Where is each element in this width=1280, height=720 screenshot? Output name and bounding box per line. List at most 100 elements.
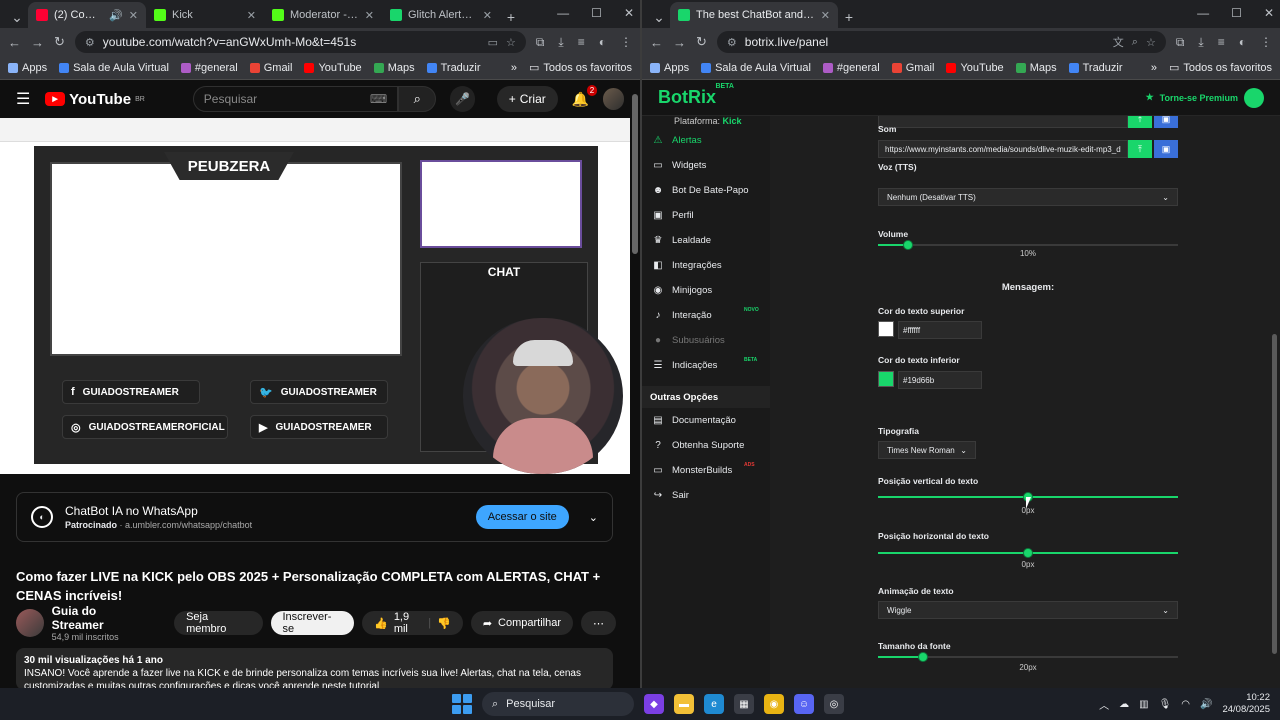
sidebar-item-widgets[interactable]: ▭ Widgets bbox=[642, 153, 770, 178]
notifications-button[interactable]: 🔔 2 bbox=[572, 84, 598, 108]
edge-icon[interactable]: e bbox=[704, 694, 724, 714]
top-color-swatch[interactable] bbox=[878, 321, 894, 337]
sidebar-item-integracoes[interactable]: ◧ Integrações bbox=[642, 253, 770, 278]
extensions-icon[interactable]: ⧉ bbox=[536, 35, 545, 50]
description-box[interactable]: 30 mil visualizações há 1 ano INSANO! Vo… bbox=[16, 648, 613, 688]
more-bookmarks-icon[interactable]: » bbox=[511, 62, 517, 74]
bookmark-sala[interactable]: Sala de Aula Virtual bbox=[59, 62, 169, 74]
botrix-logo[interactable]: BotRix BETA bbox=[658, 83, 734, 108]
gallery-sound-button[interactable]: ▣ bbox=[1154, 140, 1178, 158]
bookmark-youtube[interactable]: YouTube bbox=[946, 62, 1004, 74]
mic-tray-icon[interactable]: 🎙 bbox=[1159, 699, 1172, 710]
more-actions-button[interactable]: ⋯ bbox=[581, 611, 617, 635]
slider-knob[interactable] bbox=[1023, 548, 1033, 558]
wifi-icon[interactable]: ◠ bbox=[1181, 699, 1190, 710]
bookmark-gmail[interactable]: Gmail bbox=[249, 62, 292, 74]
obs-icon[interactable]: ◎ bbox=[824, 694, 844, 714]
font-size-slider[interactable] bbox=[878, 652, 1178, 662]
close-window-icon[interactable]: ✕ bbox=[624, 6, 634, 20]
youtube-logo[interactable]: ▶ YouTube BR bbox=[45, 91, 145, 108]
create-button[interactable]: + Criar bbox=[496, 86, 558, 112]
tab-botrix[interactable]: The best ChatBot and Widgets ✕ bbox=[670, 2, 838, 28]
bookmark-traduzir[interactable]: Traduzir bbox=[1068, 62, 1123, 74]
profile-icon[interactable]: ◐ bbox=[599, 35, 606, 50]
sidebar-item-subusuarios[interactable]: ● Subusuários bbox=[642, 328, 770, 353]
image-url-field[interactable] bbox=[878, 116, 1128, 128]
bottom-color-swatch[interactable] bbox=[878, 371, 894, 387]
store-icon[interactable]: ▦ bbox=[734, 694, 754, 714]
speaker-icon[interactable]: 🔊 bbox=[109, 9, 123, 22]
botrix-scrollbar[interactable] bbox=[1272, 80, 1278, 688]
all-bookmarks[interactable]: ▭ Todos os favoritos bbox=[529, 61, 632, 75]
forward-icon[interactable]: → bbox=[31, 35, 44, 50]
channel-name[interactable]: Guia do Streamer bbox=[52, 604, 151, 632]
clock[interactable]: 10:22 24/08/2025 bbox=[1222, 692, 1270, 716]
bookmark-gmail[interactable]: Gmail bbox=[891, 62, 934, 74]
star-icon[interactable]: ☆ bbox=[506, 36, 516, 49]
maximize-icon[interactable]: ☐ bbox=[1231, 6, 1242, 20]
star-icon[interactable]: ☆ bbox=[1146, 36, 1156, 49]
chrome-icon[interactable]: ◉ bbox=[764, 694, 784, 714]
visit-site-button[interactable]: Acessar o site bbox=[475, 505, 569, 529]
typography-select[interactable]: Times New Roman ⌄ bbox=[878, 441, 976, 459]
address-bar[interactable]: ⚙ botrix.live/panel 文 ⌕ ☆ bbox=[716, 31, 1166, 53]
youtube-scrollbar[interactable] bbox=[632, 82, 638, 688]
new-tab-button[interactable]: + bbox=[500, 6, 522, 28]
sidebar-item-perfil[interactable]: ▣ Perfil bbox=[642, 203, 770, 228]
sidebar-item-alertas[interactable]: ⚠ Alertas bbox=[642, 128, 770, 153]
sidebar-item-suporte[interactable]: ? Obtenha Suporte bbox=[642, 433, 770, 458]
all-bookmarks[interactable]: ▭ Todos os favoritos bbox=[1169, 61, 1272, 75]
tab-kick[interactable]: Kick ✕ bbox=[146, 2, 264, 28]
start-button[interactable] bbox=[452, 694, 472, 714]
sidebar-item-indicacoes[interactable]: ☰ Indicações BETA bbox=[642, 353, 770, 378]
maximize-icon[interactable]: ☐ bbox=[591, 6, 602, 20]
channel-avatar[interactable] bbox=[16, 609, 44, 637]
share-button[interactable]: ➦ Compartilhar bbox=[470, 611, 574, 635]
gallery-image-button[interactable]: ▣ bbox=[1154, 116, 1178, 128]
chevron-down-icon[interactable]: ⌄ bbox=[589, 511, 598, 524]
cast-icon[interactable]: ▭ bbox=[488, 36, 498, 49]
volume-icon[interactable]: 🔊 bbox=[1200, 699, 1212, 710]
minimize-icon[interactable]: — bbox=[557, 6, 569, 20]
copilot-icon[interactable]: ◆ bbox=[644, 694, 664, 714]
download-icon[interactable]: ⤓ bbox=[1198, 35, 1203, 50]
sidebar-item-minijogos[interactable]: ◉ Minijogos bbox=[642, 278, 770, 303]
join-button[interactable]: Seja membro bbox=[174, 611, 263, 635]
extensions-icon[interactable]: ⧉ bbox=[1176, 35, 1185, 50]
tab-search-button[interactable]: ⌄ bbox=[648, 6, 670, 28]
sidebar-item-documentacao[interactable]: ▤ Documentação bbox=[642, 408, 770, 433]
avatar[interactable] bbox=[1244, 87, 1264, 108]
onedrive-icon[interactable]: ☁ bbox=[1119, 699, 1129, 710]
tray-overflow-icon[interactable]: ︿ bbox=[1099, 697, 1109, 712]
file-explorer-icon[interactable]: ▬ bbox=[674, 694, 694, 714]
search-button[interactable]: ⌕ bbox=[398, 86, 437, 112]
sidebar-item-chatbot[interactable]: ☻ Bot De Bate-Papo bbox=[642, 178, 770, 203]
tab-youtube[interactable]: (2) Como fazer 🔊 ✕ bbox=[28, 2, 146, 28]
tab-glitch-alerts[interactable]: Glitch Alerts | WDF ✕ bbox=[382, 2, 500, 28]
animation-select[interactable]: Wiggle ⌄ bbox=[878, 601, 1178, 619]
keyboard-icon[interactable]: ⌨ bbox=[370, 92, 387, 106]
scrollbar-thumb[interactable] bbox=[1272, 334, 1277, 654]
premium-link[interactable]: ★ Torne-se Premium bbox=[1146, 87, 1264, 108]
bookmark-youtube[interactable]: YouTube bbox=[304, 62, 362, 74]
tts-select[interactable]: Nenhum (Desativar TTS) ⌄ bbox=[878, 188, 1178, 206]
slider-knob[interactable] bbox=[918, 652, 928, 662]
site-info-icon[interactable]: ⚙ bbox=[727, 36, 737, 49]
sponsored-ad[interactable]: ◐ ChatBot IA no WhatsApp Patrocinado · a… bbox=[16, 492, 613, 542]
avatar[interactable] bbox=[603, 88, 624, 110]
sound-url-field[interactable]: https://www.myinstants.com/media/sounds/… bbox=[878, 140, 1128, 158]
sidebar-item-lealdade[interactable]: ♛ Lealdade bbox=[642, 228, 770, 253]
sidebar-item-interacao[interactable]: ♪ Interação NOVO bbox=[642, 303, 770, 328]
close-tab-icon[interactable]: ✕ bbox=[365, 9, 374, 22]
bookmark-traduzir[interactable]: Traduzir bbox=[426, 62, 481, 74]
sidebar-item-sair[interactable]: ↪ Sair bbox=[642, 483, 770, 508]
media-icon[interactable]: ≡ bbox=[1218, 35, 1225, 50]
upload-image-button[interactable]: ⤒ bbox=[1128, 116, 1152, 128]
hamburger-menu-icon[interactable]: ☰ bbox=[16, 89, 31, 109]
minimize-icon[interactable]: — bbox=[1197, 6, 1209, 20]
like-button[interactable]: 👍 1,9 mil | 👎 bbox=[362, 611, 463, 635]
menu-icon[interactable]: ⋮ bbox=[1260, 35, 1272, 50]
new-tab-button[interactable]: + bbox=[838, 6, 860, 28]
network-icon[interactable]: ▥ bbox=[1139, 699, 1148, 710]
site-info-icon[interactable]: ⚙ bbox=[85, 36, 95, 49]
